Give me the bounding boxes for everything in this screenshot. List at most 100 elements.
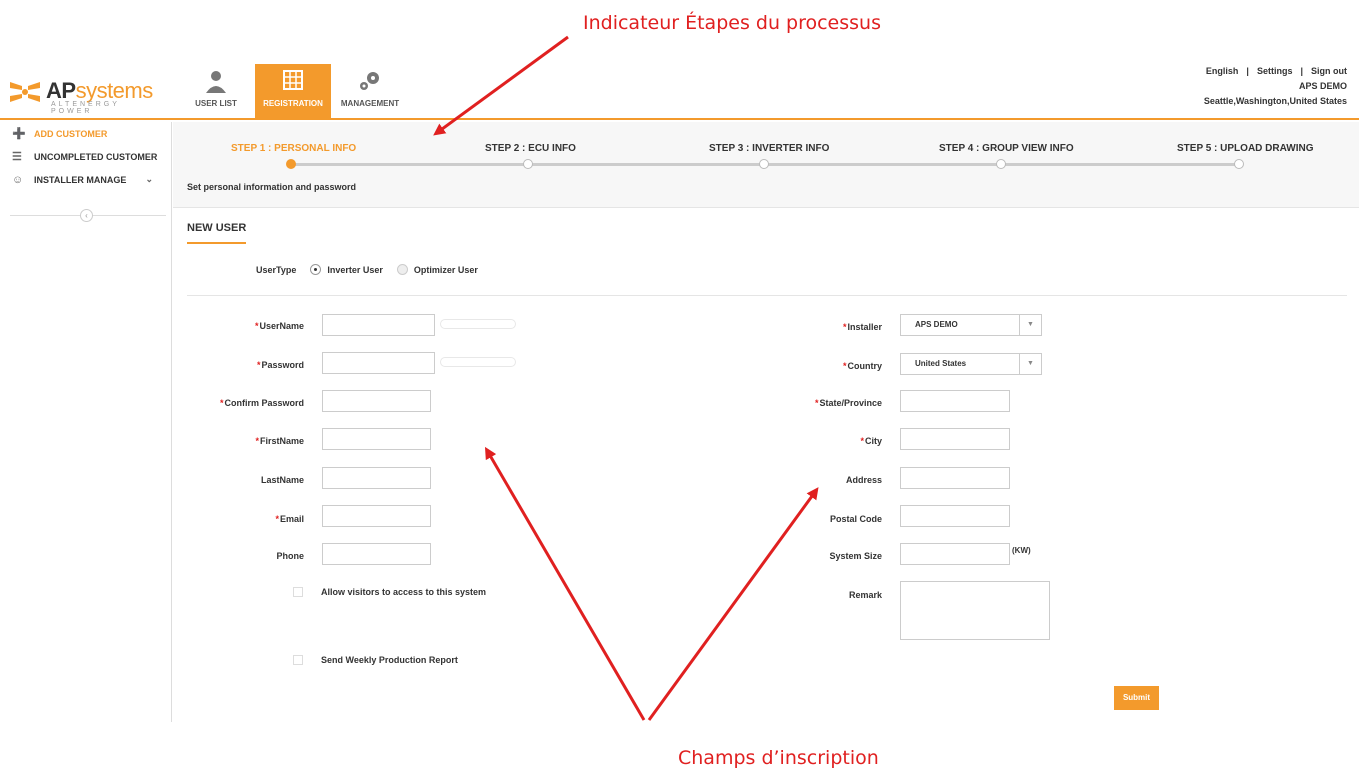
- country-label: *Country: [842, 361, 882, 371]
- nav-registration-label: REGISTRATION: [263, 99, 323, 108]
- required-marker: *: [842, 361, 847, 371]
- phone-field[interactable]: [322, 543, 431, 565]
- sidebar: ➕ ADD CUSTOMER ☰ UNCOMPLETED CUSTOMER ☺ …: [0, 122, 172, 722]
- account-panel: English | Settings | Sign out APS DEMO Seatt…: [1204, 64, 1347, 109]
- installer-label: *Installer: [842, 322, 882, 332]
- top-navigation: USER LIST REGISTRATION MANAGEMENT: [183, 64, 409, 118]
- step-dot-4: [996, 159, 1006, 169]
- weekly-report-label: Send Weekly Production Report: [321, 655, 458, 665]
- password-label: *Password: [256, 360, 304, 370]
- lastname-field[interactable]: [322, 467, 431, 489]
- step-description: Set personal information and password: [187, 182, 357, 192]
- country-value: United States: [915, 359, 967, 368]
- system-size-label: System Size: [829, 551, 882, 561]
- system-size-unit: (KW): [1012, 546, 1031, 555]
- separator: |: [1300, 66, 1303, 76]
- postal-code-label: Postal Code: [829, 514, 882, 524]
- radio-optimizer-user[interactable]: [396, 264, 408, 275]
- country-select[interactable]: United States ▼: [900, 353, 1042, 375]
- installer-select[interactable]: APS DEMO ▼: [900, 314, 1042, 336]
- email-field[interactable]: [322, 505, 431, 527]
- required-marker: *: [219, 398, 224, 408]
- step-group-view-info[interactable]: STEP 4 : GROUP VIEW INFO: [939, 143, 1074, 154]
- step-inverter-info[interactable]: STEP 3 : INVERTER INFO: [709, 143, 829, 154]
- username-label: *UserName: [254, 321, 304, 331]
- gears-icon: [337, 69, 403, 99]
- remark-label: Remark: [848, 590, 882, 600]
- chevron-down-icon: ⌄: [145, 174, 153, 184]
- allow-visitors-checkbox[interactable]: [293, 587, 303, 597]
- nav-registration[interactable]: REGISTRATION: [255, 64, 331, 118]
- state-label: *State/Province: [814, 398, 882, 408]
- radio-inverter-user[interactable]: [310, 264, 322, 275]
- confirm-password-field[interactable]: [322, 390, 431, 412]
- language-link[interactable]: English: [1206, 66, 1239, 76]
- address-field[interactable]: [900, 467, 1010, 489]
- required-marker: *: [842, 322, 847, 332]
- required-marker: *: [255, 436, 259, 446]
- arrow-to-right-fields: [647, 487, 819, 721]
- city-field[interactable]: [900, 428, 1010, 450]
- sign-out-link[interactable]: Sign out: [1311, 66, 1347, 76]
- password-field[interactable]: [322, 352, 435, 374]
- brand-prefix: AP: [46, 78, 76, 103]
- step-dot-3: [759, 159, 769, 169]
- step-upload-drawing[interactable]: STEP 5 : UPLOAD DRAWING: [1177, 143, 1314, 154]
- nav-management[interactable]: MANAGEMENT: [337, 64, 403, 118]
- separator: |: [1246, 66, 1249, 76]
- email-label: *Email: [275, 514, 304, 524]
- radio-optimizer-user-label: Optimizer User: [413, 264, 478, 275]
- form-title: NEW USER: [187, 222, 247, 244]
- submit-button[interactable]: Submit: [1114, 686, 1159, 710]
- account-user: APS DEMO: [1298, 81, 1347, 91]
- firstname-label: *FirstName: [255, 436, 304, 446]
- sidebar-item-installer-manage[interactable]: ☺ INSTALLER MANAGE ⌄: [0, 168, 171, 191]
- sidebar-item-label: UNCOMPLETED CUSTOMER: [34, 151, 158, 162]
- remark-textarea[interactable]: [900, 581, 1050, 640]
- collapse-sidebar-button[interactable]: ‹: [80, 209, 93, 222]
- confirm-password-label: *Confirm Password: [219, 398, 304, 408]
- dropdown-caret-icon: ▼: [1019, 354, 1041, 374]
- usertype-label: UserType: [256, 264, 297, 275]
- list-icon: ☰: [12, 151, 22, 163]
- allow-visitors-label: Allow visitors to access to this system: [321, 587, 487, 597]
- required-marker: *: [860, 436, 864, 446]
- sidebar-item-label: INSTALLER MANAGE: [34, 174, 127, 185]
- address-label: Address: [845, 475, 882, 485]
- sidebar-item-uncompleted-customer[interactable]: ☰ UNCOMPLETED CUSTOMER: [0, 145, 171, 168]
- brand-tagline: ALTENERGY POWER: [51, 101, 120, 115]
- process-steps-indicator: STEP 1 : PERSONAL INFO STEP 2 : ECU INFO…: [173, 122, 1359, 208]
- logo-mark-icon: [10, 82, 40, 102]
- form-divider: [187, 295, 1347, 296]
- dropdown-caret-icon: ▼: [1019, 315, 1041, 335]
- step-dot-1: [286, 159, 296, 169]
- radio-inverter-user-label: Inverter User: [327, 264, 383, 275]
- step-ecu-info[interactable]: STEP 2 : ECU INFO: [485, 143, 576, 154]
- annotation-steps-indicator: Indicateur Étapes du processus: [583, 12, 881, 34]
- username-hint: [440, 319, 516, 329]
- grid-icon: [255, 69, 331, 99]
- step-personal-info[interactable]: STEP 1 : PERSONAL INFO: [231, 143, 356, 154]
- password-hint: [440, 357, 516, 367]
- required-marker: *: [254, 321, 259, 331]
- nav-user-list[interactable]: USER LIST: [183, 64, 249, 118]
- required-marker: *: [256, 360, 261, 370]
- apsystems-logo[interactable]: APsystems ALTENERGY POWER: [8, 74, 158, 115]
- brand-suffix: systems: [75, 78, 154, 103]
- step-dot-2: [523, 159, 533, 169]
- settings-link[interactable]: Settings: [1257, 66, 1293, 76]
- weekly-report-checkbox[interactable]: [293, 655, 303, 665]
- system-size-field[interactable]: [900, 543, 1010, 565]
- add-user-icon: ➕: [12, 128, 26, 140]
- required-marker: *: [814, 398, 819, 408]
- postal-code-field[interactable]: [900, 505, 1010, 527]
- state-field[interactable]: [900, 390, 1010, 412]
- city-label: *City: [860, 436, 882, 446]
- username-field[interactable]: [322, 314, 435, 336]
- sidebar-item-add-customer[interactable]: ➕ ADD CUSTOMER: [0, 122, 171, 145]
- firstname-field[interactable]: [322, 428, 431, 450]
- users-icon: ☺: [12, 173, 24, 186]
- phone-label: Phone: [276, 551, 304, 561]
- nav-management-label: MANAGEMENT: [340, 99, 400, 108]
- sidebar-item-label: ADD CUSTOMER: [34, 128, 108, 139]
